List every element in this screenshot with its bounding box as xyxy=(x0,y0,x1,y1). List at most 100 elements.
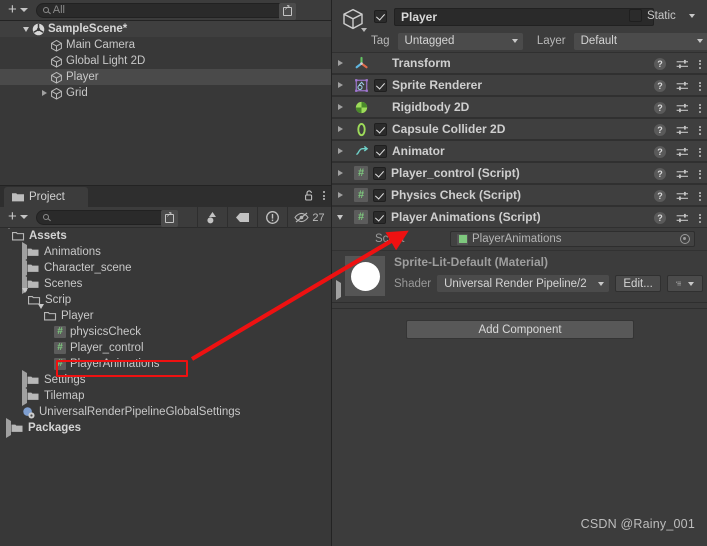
project-item-universalrenderpipelineglobalsettings[interactable]: UniversalRenderPipelineGlobalSettings xyxy=(0,404,331,420)
preset-settings-icon[interactable] xyxy=(676,59,689,70)
project-add-button[interactable]: + xyxy=(8,209,28,224)
component-enabled-checkbox[interactable] xyxy=(373,210,386,224)
component-foldout[interactable] xyxy=(332,126,348,132)
hierarchy-foldout[interactable] xyxy=(38,90,50,96)
shader-edit-button[interactable]: Edit... xyxy=(615,275,662,292)
component-menu-icon[interactable] xyxy=(699,191,701,201)
filter-by-label-button[interactable] xyxy=(227,207,257,228)
component-header-rigidbody-2d[interactable]: Rigidbody 2D? xyxy=(332,96,707,118)
component-foldout[interactable] xyxy=(332,170,348,176)
project-item-tilemap[interactable]: Tilemap xyxy=(0,386,331,406)
hierarchy-search-input[interactable]: All xyxy=(35,2,296,20)
project-search-input[interactable] xyxy=(35,209,178,227)
help-icon[interactable]: ? xyxy=(654,168,666,180)
component-menu-icon[interactable] xyxy=(699,125,701,135)
component-foldout[interactable] xyxy=(332,192,348,198)
component-enabled-checkbox[interactable] xyxy=(374,144,387,158)
help-icon[interactable]: ? xyxy=(654,190,666,202)
preset-settings-icon[interactable] xyxy=(676,147,689,158)
chevron-down-icon[interactable] xyxy=(23,26,29,32)
material-preset-button[interactable] xyxy=(667,275,704,292)
component-foldout[interactable] xyxy=(332,104,348,110)
component-menu-icon[interactable] xyxy=(699,81,701,91)
component-enabled-checkbox[interactable] xyxy=(374,122,387,136)
project-item-character-scene[interactable]: Character_scene xyxy=(0,258,331,278)
component-menu-icon[interactable] xyxy=(699,103,701,113)
filter-by-type-button[interactable] xyxy=(197,207,227,228)
preset-settings-icon[interactable] xyxy=(676,81,689,92)
component-enabled-checkbox[interactable] xyxy=(373,166,386,180)
gameobject-name-input[interactable]: Player xyxy=(394,8,654,26)
project-popout-button[interactable] xyxy=(160,209,178,227)
component-header-player-control-script[interactable]: # Player_control (Script)? xyxy=(332,162,707,184)
static-dropdown-icon[interactable] xyxy=(688,13,695,18)
hierarchy-item-global-light-2d[interactable]: Global Light 2D xyxy=(0,53,331,69)
project-item-animations[interactable]: Animations xyxy=(0,242,331,262)
chevron-right-icon[interactable] xyxy=(337,82,343,88)
help-icon[interactable]: ? xyxy=(654,146,666,158)
chevron-right-icon[interactable] xyxy=(41,90,47,96)
project-tree[interactable]: Assets Animations Character_scene Scenes Scr… xyxy=(0,228,331,546)
component-foldout[interactable] xyxy=(332,214,348,220)
chevron-right-icon[interactable] xyxy=(337,104,343,110)
component-enabled-checkbox[interactable] xyxy=(374,78,387,92)
component-foldout[interactable] xyxy=(332,60,348,66)
hierarchy-add-button[interactable]: + xyxy=(8,2,28,17)
project-item-physicscheck[interactable]: # physicsCheck xyxy=(0,324,331,340)
layer-dropdown[interactable]: Default xyxy=(573,32,707,50)
chevron-right-icon[interactable] xyxy=(337,192,343,198)
hierarchy-item-samplescene[interactable]: SampleScene* xyxy=(0,21,331,37)
help-icon[interactable]: ? xyxy=(654,80,666,92)
hierarchy-item-player[interactable]: Player xyxy=(0,69,331,85)
hidden-packages-button[interactable]: 27 xyxy=(287,207,331,228)
chevron-right-icon[interactable] xyxy=(337,60,343,66)
preset-settings-icon[interactable] xyxy=(676,191,689,202)
object-picker-icon[interactable] xyxy=(680,234,690,244)
chevron-down-icon[interactable] xyxy=(337,214,343,220)
help-icon[interactable]: ? xyxy=(654,58,666,70)
hierarchy-item-grid[interactable]: Grid xyxy=(0,85,331,101)
chevron-right-icon[interactable] xyxy=(337,148,343,154)
shader-dropdown[interactable]: Universal Render Pipeline/2 xyxy=(437,275,610,292)
lock-open-icon[interactable] xyxy=(305,190,314,201)
help-icon[interactable]: ? xyxy=(654,102,666,114)
project-item-settings[interactable]: Settings xyxy=(0,370,331,390)
component-header-animator[interactable]: Animator? xyxy=(332,140,707,162)
component-header-physics-check-script[interactable]: # Physics Check (Script)? xyxy=(332,184,707,206)
component-enabled-checkbox[interactable] xyxy=(373,188,386,202)
project-item-scenes[interactable]: Scenes xyxy=(0,274,331,294)
component-menu-icon[interactable] xyxy=(699,213,701,223)
material-foldout[interactable] xyxy=(336,280,341,300)
help-icon[interactable]: ? xyxy=(654,124,666,136)
tag-dropdown[interactable]: Untagged xyxy=(397,32,523,50)
component-menu-icon[interactable] xyxy=(699,147,701,157)
project-item-scrip[interactable]: Scrip xyxy=(0,288,331,308)
project-item-playeranimations[interactable]: # PlayerAnimations xyxy=(0,356,331,372)
gameobject-enabled-checkbox[interactable] xyxy=(374,10,387,23)
preset-settings-icon[interactable] xyxy=(676,125,689,136)
hierarchy-foldout[interactable] xyxy=(20,26,32,32)
project-item-packages[interactable]: Packages xyxy=(0,418,331,438)
tab-project[interactable]: Project xyxy=(4,187,88,207)
component-menu-icon[interactable] xyxy=(699,59,701,69)
hierarchy-item-main-camera[interactable]: Main Camera xyxy=(0,37,331,53)
add-component-button[interactable]: Add Component xyxy=(406,320,634,339)
hierarchy-popout-button[interactable] xyxy=(278,2,296,20)
console-errors-button[interactable] xyxy=(257,207,287,228)
chevron-right-icon[interactable] xyxy=(337,126,343,132)
hierarchy-tree[interactable]: SampleScene* Main Camera Global Light 2D Pl… xyxy=(0,21,331,185)
component-foldout[interactable] xyxy=(332,148,348,154)
component-header-sprite-renderer[interactable]: Sprite Renderer? xyxy=(332,74,707,96)
preset-settings-icon[interactable] xyxy=(676,213,689,224)
help-icon[interactable]: ? xyxy=(654,212,666,224)
preset-settings-icon[interactable] xyxy=(676,169,689,180)
component-header-player-animations-script[interactable]: # Player Animations (Script)? xyxy=(332,206,707,228)
component-foldout[interactable] xyxy=(332,82,348,88)
component-header-transform[interactable]: Transform? xyxy=(332,52,707,74)
component-header-capsule-collider-2d[interactable]: Capsule Collider 2D? xyxy=(332,118,707,140)
preset-settings-icon[interactable] xyxy=(676,103,689,114)
project-menu-icon[interactable] xyxy=(323,191,325,200)
static-checkbox[interactable] xyxy=(629,9,642,22)
project-item-player-control[interactable]: # Player_control xyxy=(0,340,331,356)
script-object-field[interactable]: PlayerAnimations xyxy=(450,231,695,247)
